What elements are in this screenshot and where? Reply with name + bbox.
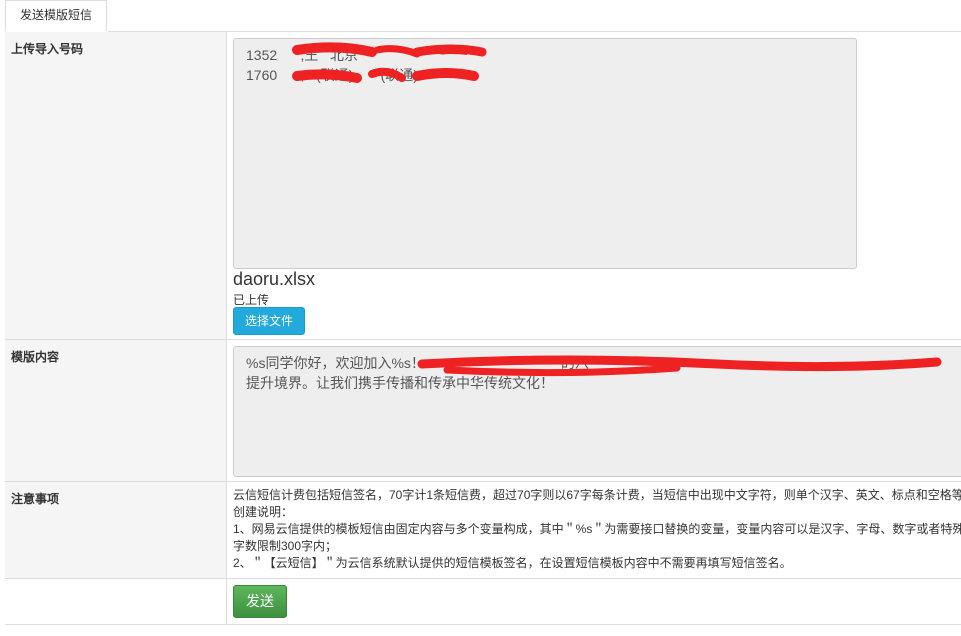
- notes-line: 字数限制300字内；: [233, 539, 338, 553]
- template-cell: %s同学你好，欢迎加入%s！ 的八 提升境界。让我们携手传播和传承中华传统文化！: [227, 340, 961, 481]
- send-cell: 发送: [227, 579, 961, 624]
- notes-line: 1、网易云信提供的模板短信由固定内容与多个变量构成，其中＂%s＂为需要接口替换的…: [233, 522, 961, 536]
- notes-cell: 云信短信计费包括短信签名，70字计1条短信费，超过70字则以67字每条计费，当短…: [227, 482, 961, 578]
- notes-line: 云信短信计费包括短信签名，70字计1条短信费，超过70字则以67字每条计费，当短…: [233, 488, 961, 502]
- notes-label: 注意事项: [5, 482, 227, 578]
- notes-line: 创建说明：: [233, 505, 294, 519]
- upload-status: 已上传: [233, 293, 270, 307]
- tab-send-template-sms[interactable]: 发送模版短信: [5, 0, 107, 31]
- send-button[interactable]: 发送: [233, 585, 287, 618]
- template-label: 模版内容: [5, 340, 227, 481]
- send-label: [5, 579, 227, 624]
- upload-row: 上传导入号码 1352 ,王 北京 1760 , (联通), (联通) daor…: [5, 32, 961, 340]
- choose-file-button[interactable]: 选择文件: [233, 307, 305, 335]
- notes-row: 注意事项 云信短信计费包括短信签名，70字计1条短信费，超过70字则以67字每条…: [5, 482, 961, 579]
- upload-label: 上传导入号码: [5, 32, 227, 339]
- template-row: 模版内容 %s同学你好，欢迎加入%s！ 的八 提升境界。让我们携手传播和传承中华…: [5, 340, 961, 482]
- upload-cell: 1352 ,王 北京 1760 , (联通), (联通) daoru.xlsx …: [227, 32, 961, 339]
- redaction-mark: [417, 355, 942, 377]
- send-row: 发送: [5, 579, 961, 625]
- redaction-mark: [412, 44, 487, 81]
- uploaded-filename: daoru.xlsx: [233, 269, 316, 289]
- notes-text: 云信短信计费包括短信签名，70字计1条短信费，超过70字则以67字每条计费，当短…: [233, 487, 961, 572]
- tab-bar: 发送模版短信: [0, 0, 961, 32]
- notes-line: 2、＂【云短信】＂为云信系统默认提供的短信模板签名，在设置短信模板内容中不需要再…: [233, 556, 792, 570]
